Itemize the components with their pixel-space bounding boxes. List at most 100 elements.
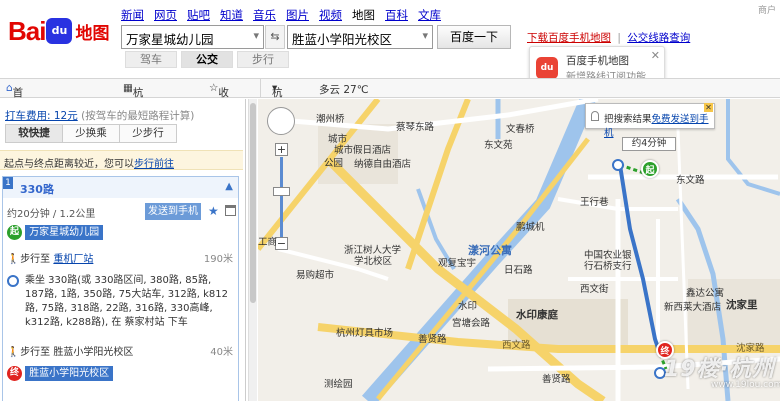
route-panel: 打车费用: 12元 (按驾车的最短路程计算) 较快捷 少换乘 少步行 起点与终点… [0,99,246,401]
city-selector[interactable]: 杭州市 ▾ [272,82,283,129]
corner-link[interactable]: 商户 [758,3,776,16]
zoom-slider[interactable] [273,187,290,196]
panel-scrollbar[interactable] [248,99,257,401]
end-input[interactable]: 胜蓝小学阳光校区 ▾ [287,25,433,49]
home-link[interactable]: ⌂ 首页 [6,82,23,114]
star-icon[interactable]: ★ [208,204,219,218]
nav-link-music[interactable]: 音乐 [253,7,276,23]
baidu-map-logo[interactable]: Bai du 地图 [8,14,109,48]
zoom-track[interactable] [280,157,283,241]
start-badge: 起 [7,225,22,240]
end-badge: 终 [7,366,22,381]
walk1-text: 步行至 [20,254,51,265]
favorites-link[interactable]: ☆ 收藏夹 [209,82,229,129]
ride-step: 乘坐 330路(或 330路区间, 380路, 85路, 187路, 1路, 3… [7,274,233,330]
map-label: 新西莱大酒店 [664,302,722,313]
start-input[interactable]: 万家星城幼儿园 ▾ [121,25,264,49]
notice-text: 起点与终点距离较近，您可以 [4,159,134,170]
route-title: 330路 [20,183,54,196]
nav-link-images[interactable]: 图片 [286,7,309,23]
map-label: 善贤路 [542,374,571,385]
map-canvas[interactable]: + − 把搜索结果免费发送到手机 ✕ 约4分钟 起 终 潮州桥 蔡琴东路 城市 … [258,99,780,401]
map-label: 水印康庭 [516,309,558,321]
tab-less-walking[interactable]: 少步行 [119,124,177,143]
baidu-map-page: Bai du 地图 新闻 网页 贴吧 知道 音乐 图片 视频 地图 百科 文库 … [0,0,780,401]
route-start: 起 万家星城幼儿园 [7,225,233,240]
send-results-box: 把搜索结果免费发送到手机 ✕ [585,103,715,139]
walk2-distance: 40米 [210,347,233,358]
close-icon[interactable]: ✕ [651,49,660,62]
nav-link-wenku[interactable]: 文库 [418,7,441,23]
route-card: 1 330路 ▲ 约20分钟 / 1.2公里 发送到手机 ★ 起 万家星城幼儿园… [2,176,239,401]
nav-link-video[interactable]: 视频 [319,7,342,23]
bus-query-link[interactable]: 公交线路查询 [627,32,690,44]
print-icon[interactable] [225,205,236,216]
map-label: 东文路 [676,175,705,186]
nav-link-news[interactable]: 新闻 [121,7,144,23]
swap-icon[interactable]: ⇆ [265,25,285,49]
mode-bus[interactable]: 公交 [181,51,233,68]
bus-stop-icon[interactable] [612,159,624,171]
map-label: 杭州灯具市场 [336,328,394,339]
walk2-text: 步行至 胜蓝小学阳光校区 [20,347,134,358]
map-label: 西文街 [580,284,609,295]
map-label: 日石路 [504,265,533,276]
metro-link[interactable]: ▦ 杭州地铁路线图 [123,82,143,189]
nav-link-baike[interactable]: 百科 [385,7,408,23]
watermark: 19楼·杭州 [664,357,775,382]
route-tabs: 较快捷 少换乘 少步行 [5,124,177,143]
pan-control[interactable] [267,107,295,135]
logo-text: Bai [8,15,46,46]
tab-fastest[interactable]: 较快捷 [5,124,63,143]
nav-link-zhidao[interactable]: 知道 [220,7,243,23]
phone-icon [591,111,599,121]
close-icon[interactable]: ✕ [704,103,713,112]
divider: | [617,32,621,44]
map-label: 沈家里 [726,299,758,311]
chevron-down-icon[interactable]: ▾ [422,29,428,42]
walk1-stop-link[interactable]: 重机厂站 [53,254,93,265]
header-right-links: 下载百度手机地图 | 公交线路查询 [527,30,690,45]
mode-walk[interactable]: 步行 [237,51,289,68]
map-label: 潮州桥 [316,114,345,125]
map-label: 工商 [258,237,278,248]
search-button[interactable]: 百度一下 [437,25,511,49]
map-label: 行石桥支行 [584,261,632,272]
map-label: 漾河公寓 [468,244,512,257]
map-label: 东文苑 [484,140,513,151]
send-to-phone-button[interactable]: 发送到手机 [145,203,201,220]
tab-fewer-transfers[interactable]: 少换乘 [62,124,120,143]
end-name[interactable]: 胜蓝小学阳光校区 [25,366,114,381]
start-marker[interactable]: 起 [641,160,659,178]
taxi-fare-note: (按驾车的最短路程计算) [81,110,195,122]
zoom-in-button[interactable]: + [275,143,288,156]
taxi-fare-value[interactable]: 打车费用: 12元 [5,110,78,122]
download-mobile-link[interactable]: 下载百度手机地图 [527,32,611,44]
map-label: 蔡琴东路 [396,122,435,133]
chevron-down-icon[interactable]: ▾ [253,29,259,42]
nav-link-map: 地图 [352,8,375,22]
route-end: 终 胜蓝小学阳光校区 [7,366,233,381]
mobile-map-icon: du [536,57,558,79]
route-index: 1 [3,177,13,189]
start-input-value: 万家星城幼儿园 [126,32,214,47]
walk1-distance: 190米 [203,254,233,265]
walk-step-2: 🚶 步行至 胜蓝小学阳光校区 40米 [7,343,233,358]
walk-there-link[interactable]: 步行前往 [134,159,174,170]
start-name[interactable]: 万家星城幼儿园 [25,225,104,240]
map-label: 易购超市 [296,270,335,281]
header: Bai du 地图 新闻 网页 贴吧 知道 音乐 图片 视频 地图 百科 文库 … [0,0,780,88]
nav-link-tieba[interactable]: 贴吧 [187,7,210,23]
chevron-up-icon[interactable]: ▲ [225,181,233,192]
route-header[interactable]: 1 330路 ▲ [3,177,238,198]
nav-link-web[interactable]: 网页 [154,7,177,23]
scrollbar-thumb[interactable] [250,103,256,303]
taxi-fare: 打车费用: 12元 (按驾车的最短路程计算) [5,108,194,123]
map-label: 纳德自由酒店 [354,159,412,170]
divider [260,79,261,97]
weather-text: 多云 27℃ [319,84,369,96]
ride-text[interactable]: 乘坐 330路(或 330路区间, 380路, 85路, 187路, 1路, 3… [25,275,228,328]
mode-drive[interactable]: 驾车 [125,51,177,68]
logo-ditu: 地图 [75,23,110,44]
paw-icon: du [46,18,73,44]
